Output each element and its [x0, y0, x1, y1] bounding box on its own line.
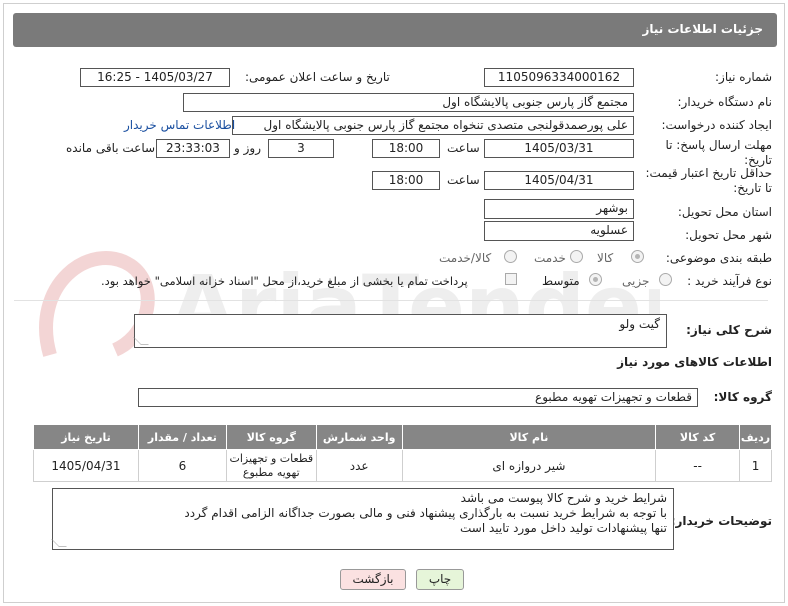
process-radio-medium[interactable] [589, 273, 602, 286]
category-goods-label: کالا [597, 251, 614, 265]
need-number-label: شماره نیاز: [715, 70, 772, 84]
creator-label: ایجاد کننده درخواست: [661, 118, 772, 132]
deadline-label: مهلت ارسال پاسخ: تا [665, 138, 772, 152]
buyer-notes-line-1: شرایط خرید و شرح کالا پیوست می باشد [460, 491, 667, 505]
summary-label: شرح کلی نیاز: [686, 323, 772, 337]
min-price-label-date: تا تاریخ: [733, 181, 772, 195]
process-label: نوع فرآیند خرید : [687, 274, 772, 288]
min-price-time-field: 18:00 [372, 171, 440, 190]
cell-group: قطعات و تجهیزات تهویه مطبوع [225, 449, 317, 482]
goods-info-title: اطلاعات کالاهای مورد نیاز [617, 355, 772, 369]
goods-group-label: گروه کالا: [713, 390, 772, 404]
buyer-notes-textarea[interactable]: شرایط خرید و شرح کالا پیوست می باشد با ت… [51, 488, 674, 550]
buyer-notes-line-2: با توجه به شرایط خرید نسبت به بارگذاری پ… [184, 506, 667, 520]
min-price-label: حداقل تاریخ اعتبار قیمت: [645, 166, 772, 180]
col-code: کد کالا [655, 424, 741, 450]
cell-qty: 6 [137, 449, 227, 482]
buyer-label: نام دستگاه خریدار: [677, 95, 773, 109]
page-title: جزئیات اطلاعات نیاز [642, 22, 763, 36]
category-label: طبقه بندی موضوعی: [665, 251, 772, 265]
need-number-field: 1105096334000162 [484, 68, 634, 87]
summary-textarea[interactable]: گیت ولو [133, 314, 667, 348]
back-button[interactable]: بازگشت [340, 569, 406, 590]
items-table: ردیف کد کالا نام کالا واحد شمارش گروه کا… [33, 424, 772, 482]
category-radio-goods[interactable] [631, 250, 644, 263]
buyer-notes-label: توضیحات خریدار: [670, 514, 772, 528]
category-service-label: خدمت [534, 251, 566, 265]
col-unit: واحد شمارش [315, 424, 403, 450]
buyer-notes-line-3: تنها پیشنهادات تولید داخل مورد تایید است [460, 521, 667, 535]
province-field: بوشهر [484, 199, 634, 219]
process-minor-label: جزیی [622, 274, 650, 288]
city-label: شهر محل تحویل: [685, 228, 772, 242]
announce-field: 1405/03/27 - 16:25 [80, 68, 230, 87]
deadline-date-field: 1405/03/31 [484, 139, 634, 158]
goods-group-field: قطعات و تجهیزات تهویه مطبوع [138, 388, 698, 407]
resize-handle-icon[interactable] [51, 539, 67, 547]
col-group: گروه کالا [225, 424, 317, 450]
table-row[interactable]: 1 -- شیر دروازه ای عدد قطعات و تجهیزات ت… [33, 449, 772, 482]
min-price-date-field: 1405/04/31 [484, 171, 634, 190]
cell-name: شیر دروازه ای [401, 449, 657, 482]
process-medium-label: متوسط [542, 274, 580, 288]
announce-label: تاریخ و ساعت اعلان عمومی: [245, 70, 390, 84]
cell-row: 1 [739, 449, 772, 482]
cell-code: -- [655, 449, 741, 482]
creator-field: علی پورصمدقولنجی متصدی تنخواه مجتمع گاز … [232, 116, 634, 135]
print-button[interactable]: چاپ [416, 569, 464, 590]
col-date: تاریخ نیاز [33, 424, 139, 450]
contact-buyer-link[interactable]: اطلاعات تماس خریدار [124, 118, 235, 132]
col-qty: تعداد / مقدار [137, 424, 227, 450]
resize-handle-icon[interactable] [133, 337, 149, 345]
divider [14, 300, 768, 301]
deadline-time-label: ساعت [447, 141, 480, 155]
process-radio-minor[interactable] [659, 273, 672, 286]
buyer-field: مجتمع گاز پارس جنوبی پالایشگاه اول [183, 93, 634, 112]
cell-unit: عدد [315, 449, 403, 482]
province-label: استان محل تحویل: [677, 205, 772, 219]
treasury-payment-checkbox[interactable] [505, 273, 517, 285]
days-field: 3 [268, 139, 334, 158]
deadline-time-field: 18:00 [372, 139, 440, 158]
days-label: روز و [234, 141, 261, 155]
remaining-label: ساعت باقی مانده [66, 141, 156, 155]
min-price-time-label: ساعت [447, 173, 480, 187]
remaining-time-field: 23:33:03 [156, 139, 230, 158]
treasury-payment-note: پرداخت تمام یا بخشی از مبلغ خرید،از محل … [101, 274, 468, 288]
col-name: نام کالا [401, 424, 657, 450]
deadline-label-date: تاریخ: [744, 153, 772, 167]
panel-header: جزئیات اطلاعات نیاز [13, 13, 777, 47]
category-radio-goods-service[interactable] [504, 250, 517, 263]
table-header-row: ردیف کد کالا نام کالا واحد شمارش گروه کا… [33, 424, 772, 450]
col-row: ردیف [739, 424, 772, 450]
category-goods-service-label: کالا/خدمت [439, 251, 492, 265]
cell-date: 1405/04/31 [33, 449, 139, 482]
city-field: عسلویه [484, 221, 634, 241]
category-radio-service[interactable] [570, 250, 583, 263]
summary-text: گیت ولو [619, 317, 660, 331]
